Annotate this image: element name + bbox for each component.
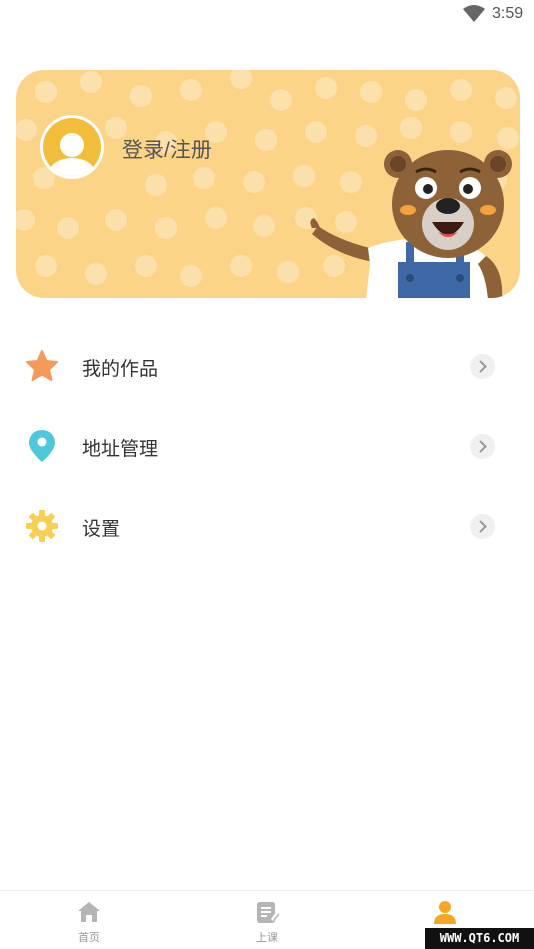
- tab-class[interactable]: 上课: [178, 891, 356, 949]
- bear-mascot-illustration: [310, 150, 512, 298]
- watermark: WWW.QT6.COM: [425, 928, 534, 949]
- login-register-link[interactable]: 登录/注册: [122, 134, 212, 164]
- status-bar: 3:59: [0, 0, 534, 30]
- chevron-right-icon: [470, 434, 495, 459]
- tab-home[interactable]: 首页: [0, 891, 178, 949]
- status-time: 3:59: [492, 5, 524, 22]
- person-icon: [434, 901, 456, 924]
- chevron-right-icon: [470, 514, 495, 539]
- menu-item-settings[interactable]: 设置: [0, 491, 534, 561]
- tab-label: 上课: [256, 932, 278, 944]
- menu-item-label: 地址管理: [82, 439, 159, 460]
- home-icon: [78, 902, 100, 922]
- avatar[interactable]: [40, 115, 104, 179]
- profile-card[interactable]: 登录/注册: [16, 70, 520, 298]
- location-pin-icon: [29, 430, 55, 462]
- notebook-icon: [257, 902, 280, 923]
- star-icon: [26, 350, 58, 381]
- wifi-icon: [463, 5, 485, 22]
- gear-icon: [26, 510, 58, 542]
- tab-label: 首页: [78, 932, 100, 944]
- chevron-right-icon: [470, 354, 495, 379]
- menu-item-label: 设置: [82, 519, 121, 540]
- menu-item-my-works[interactable]: 我的作品: [0, 331, 534, 401]
- menu-item-address[interactable]: 地址管理: [0, 411, 534, 481]
- menu-item-label: 我的作品: [82, 359, 159, 380]
- user-avatar-icon: [43, 118, 101, 176]
